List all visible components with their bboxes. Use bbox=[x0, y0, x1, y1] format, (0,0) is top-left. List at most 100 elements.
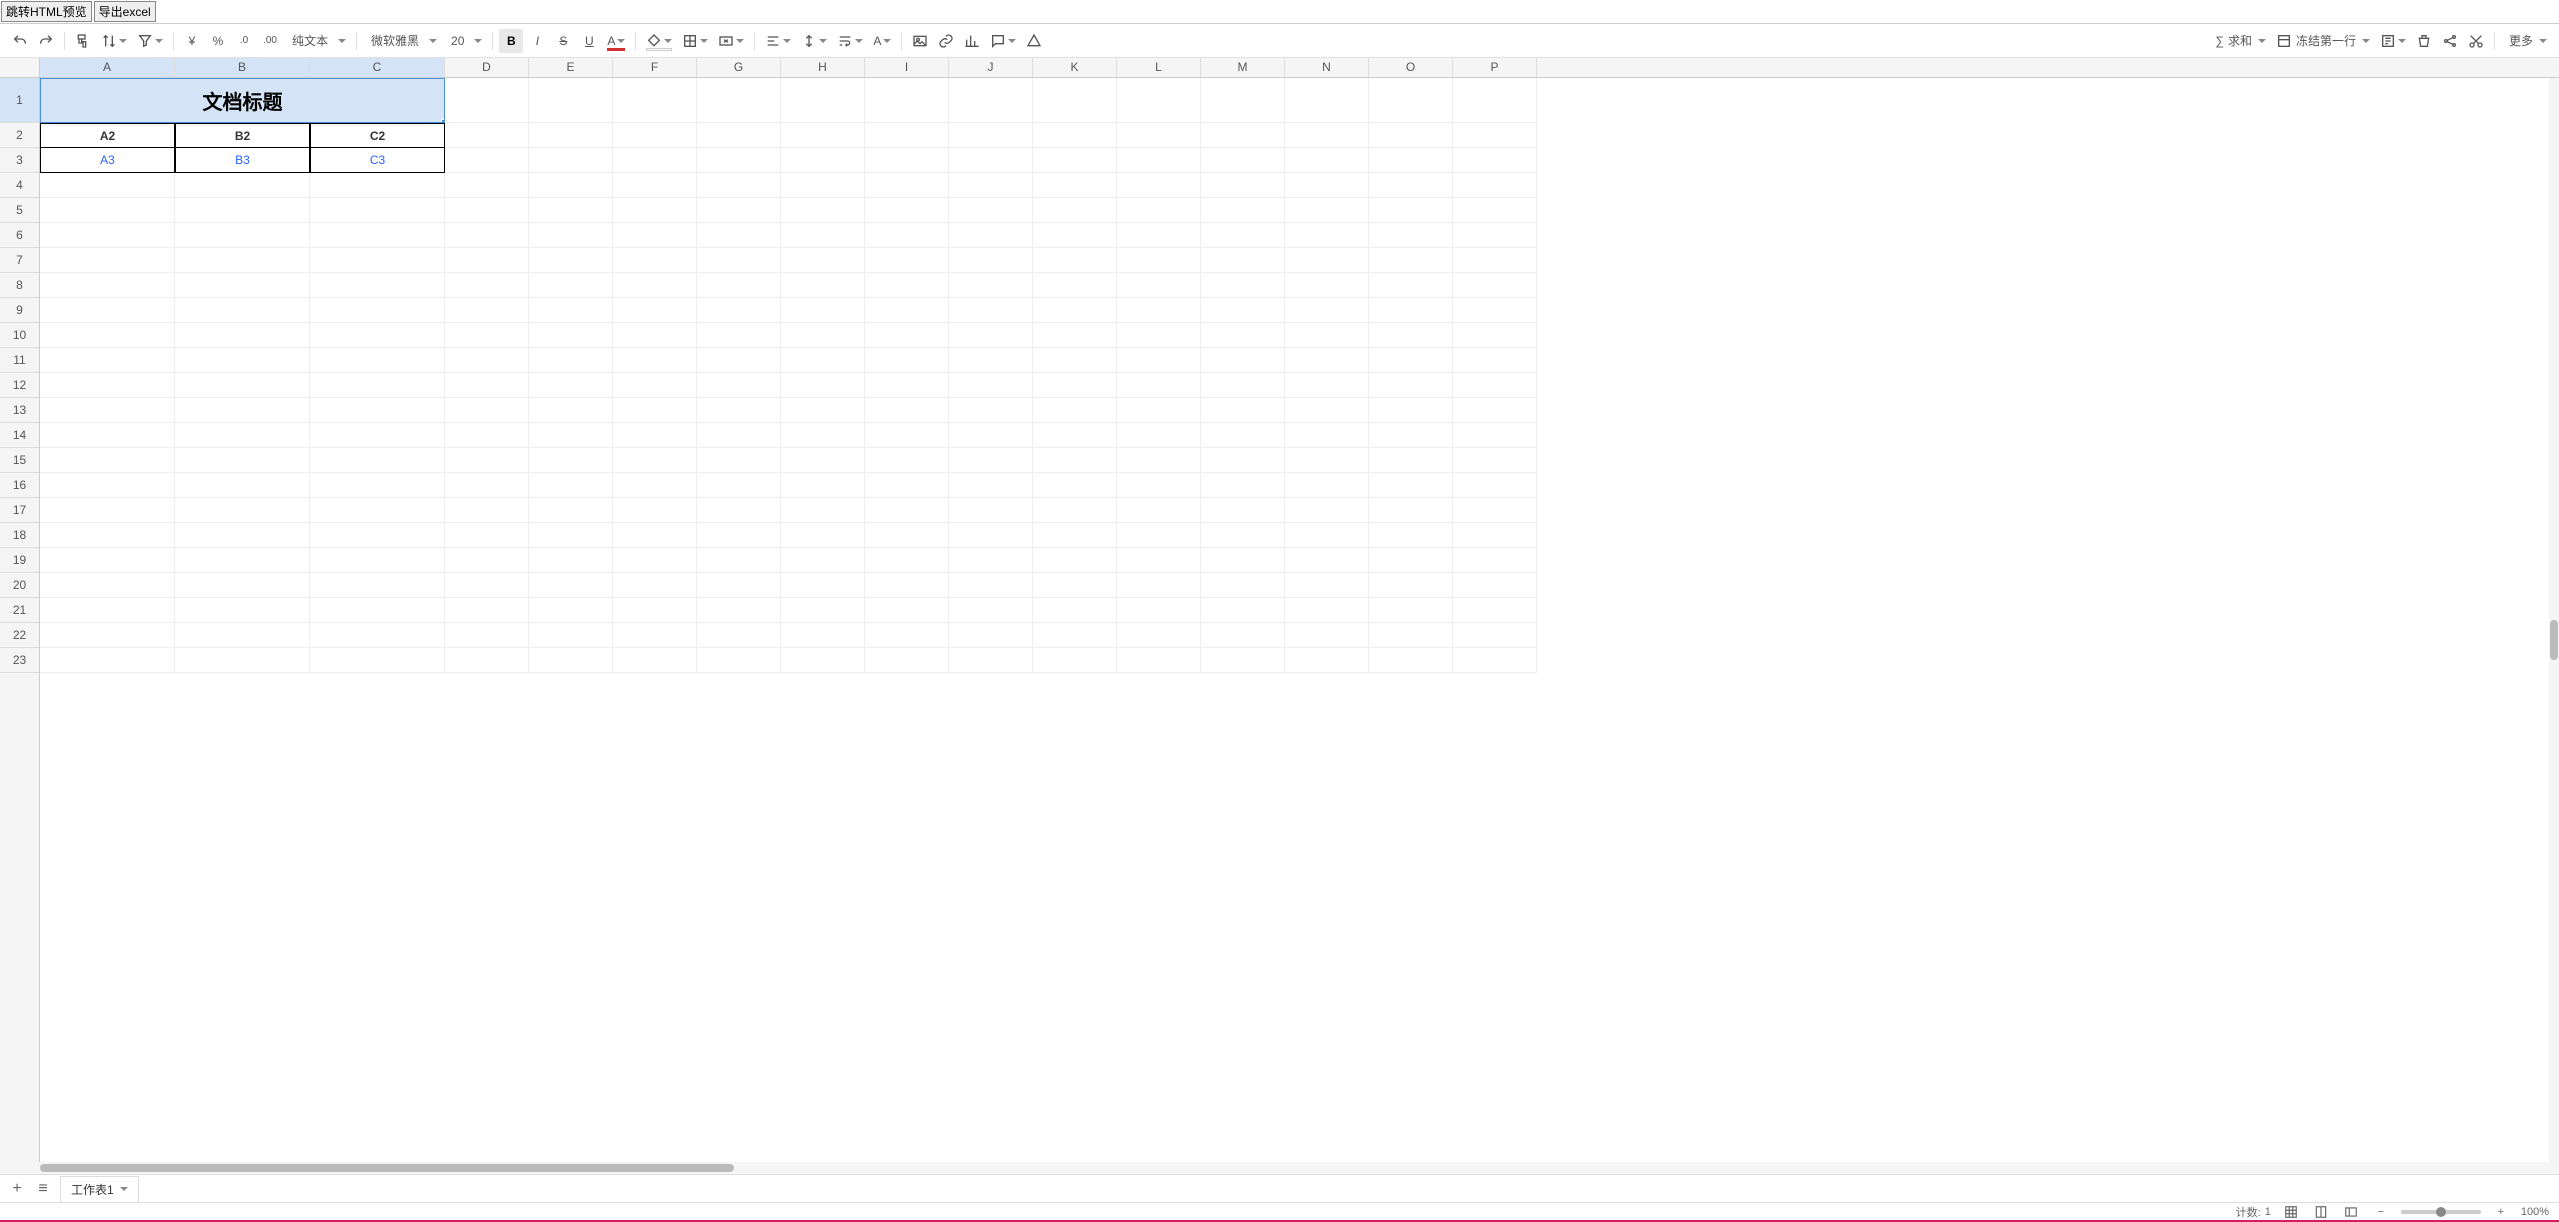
align-vertical-button[interactable] bbox=[797, 29, 831, 53]
cell[interactable] bbox=[529, 323, 613, 348]
cell-A3[interactable]: A3 bbox=[40, 148, 175, 173]
cell[interactable] bbox=[175, 648, 310, 673]
cell[interactable] bbox=[781, 373, 865, 398]
cell[interactable] bbox=[1033, 423, 1117, 448]
row-header-1[interactable]: 1 bbox=[0, 78, 39, 123]
cell[interactable] bbox=[1453, 78, 1537, 123]
cell[interactable] bbox=[1285, 123, 1369, 148]
cell[interactable] bbox=[949, 123, 1033, 148]
cell[interactable] bbox=[1033, 623, 1117, 648]
cell[interactable] bbox=[1369, 573, 1453, 598]
cell[interactable] bbox=[949, 323, 1033, 348]
col-header-M[interactable]: M bbox=[1201, 58, 1285, 77]
row-header-8[interactable]: 8 bbox=[0, 273, 39, 298]
cell[interactable] bbox=[949, 198, 1033, 223]
cell[interactable] bbox=[1117, 423, 1201, 448]
cell[interactable] bbox=[1285, 523, 1369, 548]
cell[interactable] bbox=[175, 573, 310, 598]
cell[interactable] bbox=[1117, 123, 1201, 148]
cell[interactable] bbox=[1201, 448, 1285, 473]
col-header-O[interactable]: O bbox=[1369, 58, 1453, 77]
row-header-17[interactable]: 17 bbox=[0, 498, 39, 523]
cell[interactable] bbox=[1117, 248, 1201, 273]
cell[interactable] bbox=[445, 623, 529, 648]
cell[interactable] bbox=[865, 198, 949, 223]
cell[interactable] bbox=[781, 78, 865, 123]
row-header-22[interactable]: 22 bbox=[0, 623, 39, 648]
cell[interactable] bbox=[697, 473, 781, 498]
col-header-I[interactable]: I bbox=[865, 58, 949, 77]
col-header-L[interactable]: L bbox=[1117, 58, 1201, 77]
row-header-4[interactable]: 4 bbox=[0, 173, 39, 198]
cell[interactable] bbox=[1453, 648, 1537, 673]
insert-link-icon[interactable] bbox=[934, 29, 958, 53]
row-header-2[interactable]: 2 bbox=[0, 123, 39, 148]
cell[interactable] bbox=[781, 223, 865, 248]
cell[interactable] bbox=[1117, 223, 1201, 248]
cell[interactable] bbox=[1117, 173, 1201, 198]
text-wrap-button[interactable] bbox=[833, 29, 867, 53]
cell[interactable] bbox=[1033, 373, 1117, 398]
cell[interactable] bbox=[175, 373, 310, 398]
cell[interactable] bbox=[1453, 498, 1537, 523]
cell[interactable] bbox=[310, 373, 445, 398]
cell[interactable] bbox=[865, 248, 949, 273]
cell[interactable] bbox=[865, 598, 949, 623]
cell[interactable] bbox=[613, 273, 697, 298]
add-sheet-button[interactable]: + bbox=[8, 1180, 26, 1198]
cell[interactable] bbox=[1453, 623, 1537, 648]
cell[interactable] bbox=[40, 498, 175, 523]
cell[interactable] bbox=[1453, 223, 1537, 248]
cell[interactable] bbox=[697, 123, 781, 148]
cell[interactable] bbox=[1033, 198, 1117, 223]
cell[interactable] bbox=[865, 323, 949, 348]
cell[interactable] bbox=[529, 548, 613, 573]
cell[interactable] bbox=[1201, 148, 1285, 173]
cell[interactable] bbox=[1117, 573, 1201, 598]
cell[interactable] bbox=[1369, 523, 1453, 548]
cell[interactable] bbox=[613, 648, 697, 673]
cell[interactable] bbox=[949, 423, 1033, 448]
cell[interactable] bbox=[1453, 323, 1537, 348]
cell[interactable] bbox=[529, 348, 613, 373]
cell[interactable] bbox=[1201, 198, 1285, 223]
cell[interactable] bbox=[445, 473, 529, 498]
cell[interactable] bbox=[310, 598, 445, 623]
cell[interactable] bbox=[40, 323, 175, 348]
cell[interactable] bbox=[697, 348, 781, 373]
cell[interactable] bbox=[529, 78, 613, 123]
cell[interactable] bbox=[40, 623, 175, 648]
cell[interactable] bbox=[949, 573, 1033, 598]
all-sheets-button[interactable]: ≡ bbox=[34, 1180, 52, 1198]
cell[interactable] bbox=[1117, 78, 1201, 123]
cell[interactable] bbox=[949, 498, 1033, 523]
cell[interactable] bbox=[697, 198, 781, 223]
cell[interactable] bbox=[865, 148, 949, 173]
cell[interactable] bbox=[613, 173, 697, 198]
cell[interactable] bbox=[697, 273, 781, 298]
cell[interactable] bbox=[40, 648, 175, 673]
cell[interactable] bbox=[1453, 298, 1537, 323]
cell[interactable] bbox=[529, 598, 613, 623]
cell[interactable] bbox=[445, 398, 529, 423]
cell[interactable] bbox=[697, 548, 781, 573]
cell[interactable] bbox=[445, 373, 529, 398]
cell[interactable] bbox=[445, 273, 529, 298]
cell[interactable] bbox=[697, 423, 781, 448]
cell[interactable] bbox=[1201, 373, 1285, 398]
text-rotation-button[interactable]: A bbox=[869, 29, 895, 53]
cell[interactable] bbox=[865, 623, 949, 648]
cell[interactable] bbox=[781, 348, 865, 373]
row-header-9[interactable]: 9 bbox=[0, 298, 39, 323]
row-header-12[interactable]: 12 bbox=[0, 373, 39, 398]
col-header-E[interactable]: E bbox=[529, 58, 613, 77]
cell[interactable] bbox=[310, 498, 445, 523]
cell[interactable] bbox=[865, 573, 949, 598]
cell[interactable] bbox=[1285, 548, 1369, 573]
cell[interactable] bbox=[1033, 223, 1117, 248]
cell[interactable] bbox=[865, 123, 949, 148]
cell[interactable] bbox=[310, 573, 445, 598]
cell[interactable] bbox=[1285, 448, 1369, 473]
cell[interactable] bbox=[781, 148, 865, 173]
cell[interactable] bbox=[1369, 123, 1453, 148]
